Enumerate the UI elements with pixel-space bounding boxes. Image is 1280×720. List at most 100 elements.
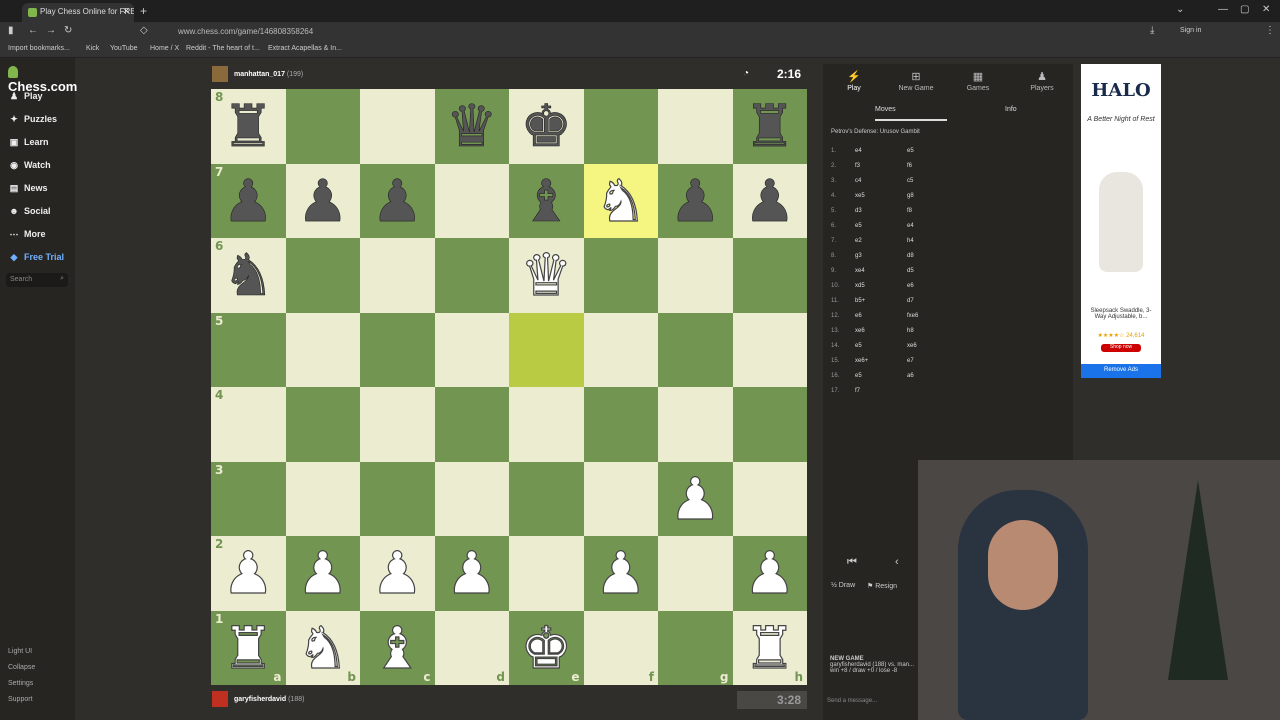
board-square-e7[interactable]: ♝ <box>509 163 584 238</box>
board-square-h7[interactable]: ♟ <box>732 163 807 238</box>
white-move[interactable]: xe4 <box>855 268 865 274</box>
black-move[interactable]: f6 <box>907 163 912 169</box>
sidebar-item-more[interactable]: ⋯ More <box>8 229 46 240</box>
board-square-g1[interactable]: g <box>658 610 733 685</box>
subtab-info[interactable]: Info <box>1005 106 1017 113</box>
sidebar-item-news[interactable]: ▤ News <box>8 183 48 194</box>
board-square-f2[interactable]: ♟ <box>583 536 658 611</box>
sidebar-item-watch[interactable]: ◉ Watch <box>8 160 51 171</box>
board-square-h4[interactable] <box>732 387 807 462</box>
black-pawn-icon[interactable]: ♟ <box>669 171 722 230</box>
white-move[interactable]: e4 <box>855 148 862 154</box>
board-square-d5[interactable] <box>434 312 509 387</box>
board-square-h2[interactable]: ♟ <box>732 536 807 611</box>
board-square-a6[interactable]: ♞ 6 <box>211 238 286 313</box>
board-square-a8[interactable]: ♜ 8 <box>211 89 286 164</box>
black-move[interactable]: f8 <box>907 208 912 214</box>
board-square-d8[interactable]: ♛ <box>434 89 509 164</box>
board-square-b3[interactable] <box>285 461 360 536</box>
white-move[interactable]: e6 <box>855 313 862 319</box>
chesscom-logo[interactable]: Chess.com <box>8 64 77 94</box>
board-square-f7[interactable]: ♞ <box>583 163 658 238</box>
black-move[interactable]: g8 <box>907 193 914 199</box>
black-king-icon[interactable]: ♚ <box>520 97 573 156</box>
board-square-f3[interactable] <box>583 461 658 536</box>
board-square-c7[interactable]: ♟ <box>360 163 435 238</box>
black-queen-icon[interactable]: ♛ <box>445 97 498 156</box>
white-move[interactable]: g3 <box>855 253 862 259</box>
white-pawn-icon[interactable]: ♟ <box>445 544 498 603</box>
board-square-d6[interactable] <box>434 238 509 313</box>
signin-button[interactable]: Sign in <box>1180 27 1201 34</box>
board-square-h6[interactable] <box>732 238 807 313</box>
board-square-d3[interactable] <box>434 461 509 536</box>
black-move[interactable]: d8 <box>907 253 914 259</box>
board-square-d1[interactable]: d <box>434 610 509 685</box>
white-move[interactable]: f3 <box>855 163 860 169</box>
bookmark-item[interactable]: Import bookmarks... <box>8 45 70 52</box>
sidebar-footer-collapse[interactable]: Collapse <box>8 664 35 671</box>
reload-icon[interactable]: ↻ <box>64 25 72 36</box>
bottom-player-info[interactable]: garyfisherdavid (188) <box>212 691 304 707</box>
black-move[interactable]: h4 <box>907 238 914 244</box>
black-move[interactable]: e4 <box>907 223 914 229</box>
black-move[interactable]: fxe6 <box>907 313 918 319</box>
first-move-icon[interactable]: ⏮ <box>847 556 857 569</box>
white-move[interactable]: c4 <box>855 178 861 184</box>
black-knight-icon[interactable]: ♞ <box>222 246 275 305</box>
white-move[interactable]: e5 <box>855 373 862 379</box>
board-square-d4[interactable] <box>434 387 509 462</box>
bookmark-item[interactable]: Reddit - The heart of t... <box>186 45 260 52</box>
sidebar-item-social[interactable]: ☻ Social <box>8 206 50 216</box>
tab-play[interactable]: ⚡ Play <box>823 70 885 92</box>
white-move[interactable]: b5+ <box>855 298 865 304</box>
back-icon[interactable]: ← <box>28 25 38 36</box>
menu-icon[interactable]: ⋮ <box>1265 25 1275 36</box>
board-square-g4[interactable] <box>658 387 733 462</box>
black-rook-icon[interactable]: ♜ <box>743 97 796 156</box>
board-square-b7[interactable]: ♟ <box>285 163 360 238</box>
close-tab-icon[interactable]: ✕ <box>122 6 130 17</box>
board-square-a2[interactable]: ♟ 2 <box>211 536 286 611</box>
board-square-g5[interactable] <box>658 312 733 387</box>
white-pawn-icon[interactable]: ♟ <box>743 544 796 603</box>
board-square-b5[interactable] <box>285 312 360 387</box>
board-square-b4[interactable] <box>285 387 360 462</box>
bookmark-item[interactable]: Home / X <box>150 45 179 52</box>
white-move[interactable]: f7 <box>855 388 860 394</box>
white-pawn-icon[interactable]: ♟ <box>669 469 722 528</box>
tab-games[interactable]: ▦ Games <box>947 70 1009 92</box>
forward-icon[interactable]: → <box>46 25 56 36</box>
white-move[interactable]: e5 <box>855 343 862 349</box>
white-rook-icon[interactable]: ♜ <box>743 618 796 677</box>
sidebar-item-learn[interactable]: ▣ Learn <box>8 137 49 148</box>
close-window-icon[interactable]: ✕ <box>1262 4 1270 15</box>
browser-tab[interactable]: Play Chess Online for FREE ✕ <box>22 3 134 22</box>
board-square-g7[interactable]: ♟ <box>658 163 733 238</box>
url-field[interactable]: www.chess.com/game/146808358264 <box>160 25 1060 39</box>
board-square-g8[interactable] <box>658 89 733 164</box>
board-square-f4[interactable] <box>583 387 658 462</box>
white-pawn-icon[interactable]: ♟ <box>594 544 647 603</box>
white-pawn-icon[interactable]: ♟ <box>296 544 349 603</box>
board-square-d2[interactable]: ♟ <box>434 536 509 611</box>
black-bishop-icon[interactable]: ♝ <box>520 171 573 230</box>
tab-new-game[interactable]: ⊞ New Game <box>885 70 947 92</box>
shield-icon[interactable]: ◇ <box>140 25 148 36</box>
resign-button[interactable]: ⚑ Resign <box>867 582 897 590</box>
black-rook-icon[interactable]: ♜ <box>222 97 275 156</box>
black-move[interactable]: e5 <box>907 148 914 154</box>
white-move[interactable]: xe6+ <box>855 358 868 364</box>
remove-ads-button[interactable]: Remove Ads <box>1081 364 1161 378</box>
board-square-g2[interactable] <box>658 536 733 611</box>
white-bishop-icon[interactable]: ♝ <box>371 618 424 677</box>
board-square-b6[interactable] <box>285 238 360 313</box>
board-square-e5[interactable] <box>509 312 584 387</box>
board-square-h8[interactable]: ♜ <box>732 89 807 164</box>
ad-shop-button[interactable]: Shop now <box>1101 344 1141 352</box>
chess-board[interactable]: ♜ 8 ♛ ♚ ♜ ♟ 7 ♟ ♟ ♝ ♞ ♟ ♟ ♞ 6 ♛ 5 4 3 ♟ ♟ 2 ♟ ♟ ♟ ♟ ♟ ♜ 1 a ♞ b ♝ c d ♚ e f g ♜… <box>211 89 807 685</box>
black-pawn-icon[interactable]: ♟ <box>222 171 275 230</box>
board-square-b2[interactable]: ♟ <box>285 536 360 611</box>
board-square-h5[interactable] <box>732 312 807 387</box>
sidebar-toggle-icon[interactable]: ▮ <box>8 25 14 36</box>
